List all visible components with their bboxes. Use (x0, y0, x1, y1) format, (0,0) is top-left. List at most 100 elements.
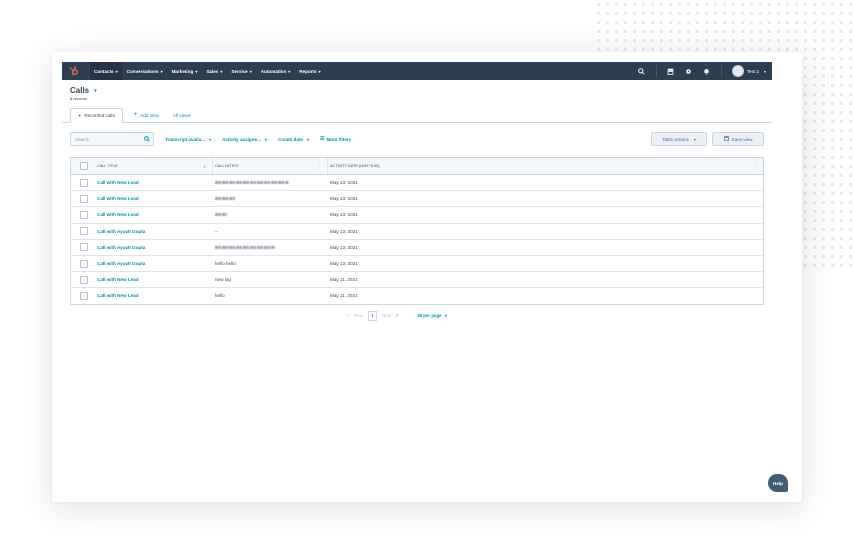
sort-icon[interactable]: ⇕ (203, 164, 206, 169)
column-menu-icon[interactable]: ⋮ (753, 164, 757, 169)
chevron-down-icon: ▾ (115, 68, 118, 74)
redacted-notes (215, 213, 227, 217)
next-page-button[interactable]: Next (382, 313, 391, 318)
nav-item-label: Contacts (94, 68, 114, 74)
chevron-down-icon: ▾ (160, 68, 163, 74)
table-row[interactable]: Call with New Lead May 13, 2021 (71, 191, 763, 208)
record-count: 8 records (70, 96, 87, 101)
search-icon[interactable] (638, 67, 646, 75)
nav-item-sales[interactable]: Sales ▾ (202, 62, 226, 80)
current-page-number[interactable]: 1 (368, 310, 378, 321)
column-label: CALL NOTES (215, 164, 239, 168)
page-title[interactable]: Calls ▾ (70, 86, 764, 95)
table-row[interactable]: Call with New Lead May 13, 2021 (71, 207, 763, 224)
chevron-down-icon: ▾ (763, 68, 766, 74)
save-view-label: Save view (731, 136, 753, 142)
save-icon (723, 136, 729, 142)
marketplace-icon[interactable] (667, 67, 675, 75)
row-checkbox[interactable] (80, 194, 88, 203)
account-menu[interactable]: Test 2 ▾ (731, 65, 766, 77)
more-filters-button[interactable]: ☰ More filters (320, 136, 351, 142)
nav-item-service[interactable]: Service ▾ (227, 62, 255, 80)
nav-item-automation[interactable]: Automation ▾ (257, 62, 295, 80)
notifications-icon[interactable] (703, 67, 711, 75)
filter-bar: Search Transcript availa... ▾ Activity a… (62, 123, 772, 147)
activity-date: May 11, 2021 (330, 277, 358, 283)
table-row[interactable]: Call with New Lead May 13, 2021 (71, 175, 763, 192)
nav-item-label: Service (231, 68, 248, 74)
chevron-down-icon: ▾ (209, 136, 212, 142)
column-header-call-title[interactable]: CALL TITLE ⇕ (97, 158, 213, 174)
chevron-down-icon: ▾ (195, 68, 198, 74)
table-row[interactable]: Call with Ayush Gupta hello hello May 13, … (71, 256, 763, 273)
transcript-filter[interactable]: Transcript availa... ▾ (165, 137, 211, 142)
column-header-activity-date[interactable]: ACTIVITY DATE (GMT+5:30) ⋮ (328, 158, 763, 174)
table-row[interactable]: Call with Ayush Gupta -- May 13, 2021 (71, 224, 763, 240)
row-checkbox[interactable] (80, 291, 88, 300)
call-title-link[interactable]: Call with New Lead (97, 293, 139, 298)
row-checkbox[interactable] (80, 178, 88, 187)
column-header-call-notes[interactable]: CALL NOTES ⋮ (213, 158, 328, 174)
page-header: Calls ▾ 8 records (62, 80, 772, 106)
save-view-button[interactable]: Save view (712, 132, 764, 146)
nav-item-marketing[interactable]: Marketing ▾ (168, 62, 202, 80)
activity-date: May 13, 2021 (330, 180, 358, 186)
chevron-left-icon[interactable]: ‹ (347, 313, 349, 319)
call-title-link[interactable]: Call with Ayush Gupta (97, 245, 145, 250)
help-button[interactable]: Help (768, 474, 788, 492)
row-checkbox[interactable] (80, 275, 88, 284)
top-navigation-bar: Contacts ▾ Conversations ▾ Marketing ▾ Sales ▾ S… (62, 62, 772, 80)
all-views-label: All views (172, 113, 191, 118)
search-placeholder: Search (75, 136, 90, 142)
select-all-checkbox[interactable] (80, 162, 88, 170)
add-view-button[interactable]: + Add view (127, 108, 166, 122)
nav-item-reports[interactable]: Reports ▾ (295, 62, 324, 80)
prev-page-button[interactable]: Prev (354, 313, 363, 318)
row-checkbox[interactable] (80, 227, 88, 236)
table-row[interactable]: Call with New Lead hello May 11, 2021 (71, 288, 763, 303)
column-label: CALL TITLE (97, 164, 118, 168)
redacted-notes (215, 181, 289, 185)
page-title-text: Calls (70, 86, 90, 95)
settings-icon[interactable] (685, 67, 693, 75)
search-input[interactable]: Search (70, 132, 154, 146)
call-title-link[interactable]: Call with New Lead (97, 196, 139, 201)
create-date-label: Create date (277, 136, 303, 142)
tab-label: Recorded calls (84, 113, 115, 118)
more-filters-label: More filters (326, 136, 352, 142)
nav-item-conversations[interactable]: Conversations ▾ (123, 62, 167, 80)
call-title-link[interactable]: Call with New Lead (97, 180, 139, 185)
call-title-link[interactable]: Call with New Lead (97, 212, 139, 217)
all-views-link[interactable]: All views (166, 109, 198, 122)
activity-assignee-filter[interactable]: Activity assigne... ▾ (222, 137, 267, 142)
nav-divider (655, 65, 657, 77)
create-date-filter[interactable]: Create date ▾ (278, 137, 309, 142)
call-title-link[interactable]: Call with Ayush Gupta (97, 229, 145, 234)
redacted-notes (215, 197, 235, 201)
nav-item-label: Sales (206, 68, 219, 74)
table-actions-button[interactable]: Table actions ▾ (651, 132, 707, 146)
activity-date: May 11, 2021 (330, 293, 358, 299)
call-notes: hello hello (215, 261, 236, 267)
search-icon (144, 135, 150, 143)
chevron-right-icon[interactable]: › (396, 313, 398, 319)
chevron-down-icon: ▾ (318, 68, 321, 74)
activity-date: May 13, 2021 (330, 212, 358, 218)
column-menu-icon[interactable]: ⋮ (317, 164, 321, 169)
tab-recorded-calls[interactable]: ✦ Recorded calls (70, 108, 123, 123)
call-title-link[interactable]: Call with New Lead (97, 277, 139, 282)
per-page-select[interactable]: 25 per page ▾ (417, 313, 447, 318)
table-row[interactable]: Call with Ayush Gupta May 13, 2021 (71, 240, 763, 256)
screenshot-card: Contacts ▾ Conversations ▾ Marketing ▾ Sales ▾ S… (52, 52, 802, 502)
call-title-link[interactable]: Call with Ayush Gupta (97, 261, 145, 266)
hubspot-logo-icon[interactable] (66, 64, 82, 78)
chevron-down-icon: ▾ (94, 87, 97, 94)
row-checkbox[interactable] (80, 259, 88, 268)
nav-item-contacts[interactable]: Contacts ▾ (90, 62, 122, 80)
row-checkbox[interactable] (80, 210, 88, 219)
avatar (731, 65, 744, 77)
per-page-label: 25 per page (417, 313, 442, 318)
row-checkbox[interactable] (80, 243, 88, 252)
table-row[interactable]: Call with New Lead new log May 11, 2021 (71, 272, 763, 289)
filter-lines-icon: ☰ (319, 136, 325, 142)
